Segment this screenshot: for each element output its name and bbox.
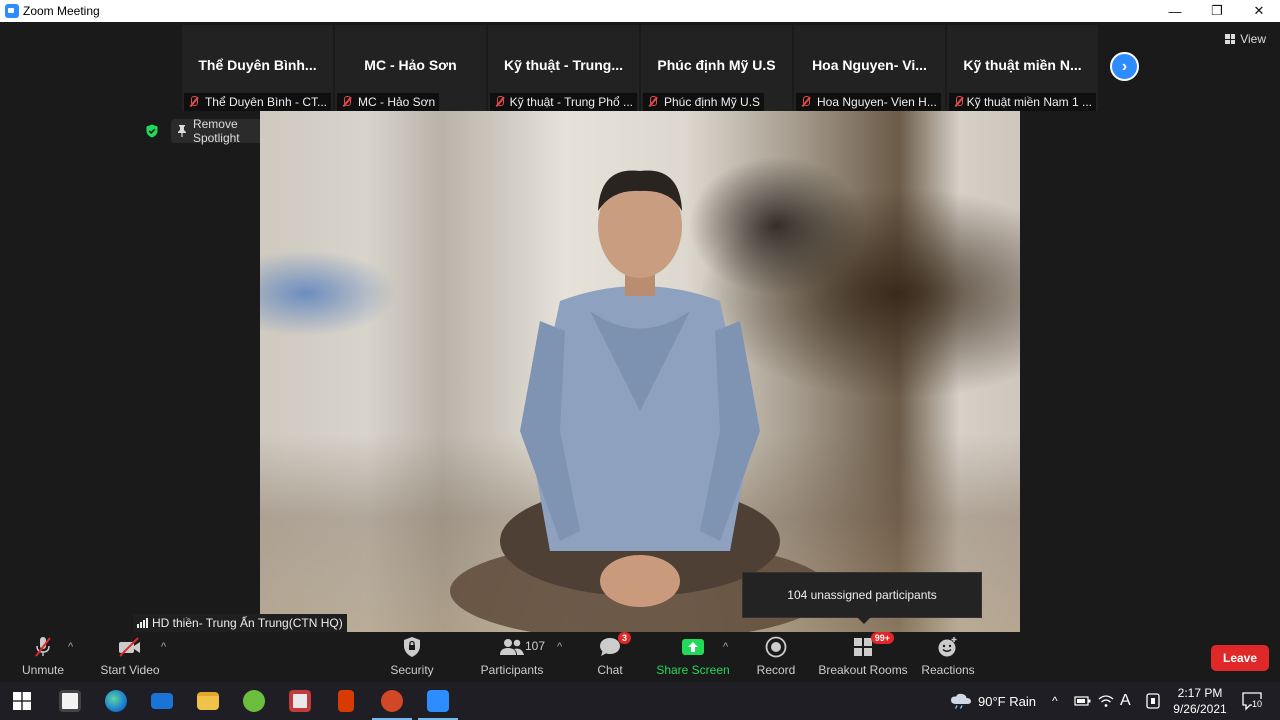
spotlight-video xyxy=(260,111,1020,632)
muted-mic-icon xyxy=(188,96,200,108)
participant-name-label: Phúc định Mỹ U.S xyxy=(643,93,765,111)
video-off-icon xyxy=(117,636,143,658)
show-hidden-icons-caret[interactable]: ^ xyxy=(1052,682,1058,720)
powerpoint-icon[interactable] xyxy=(372,687,412,720)
zoom-window: Zoom Meeting — ❐ ✕ View Thể Duyên Bình..… xyxy=(0,0,1280,720)
participants-icon: 107 xyxy=(499,636,545,658)
muted-mic-icon xyxy=(494,96,505,108)
chat-bubble-icon: 3 xyxy=(597,632,631,658)
audio-options-caret[interactable]: ^ xyxy=(68,641,73,653)
participant-tile[interactable]: Hoa Nguyen- Vi... Hoa Nguyen- Vien H... xyxy=(794,25,945,111)
app-icon[interactable] xyxy=(286,687,314,715)
participants-count: 107 xyxy=(525,639,546,653)
zoom-app-icon xyxy=(5,4,19,18)
window-title: Zoom Meeting xyxy=(23,4,100,18)
participant-tile[interactable]: Kỹ thuật - Trung... Kỹ thuật - Trung Phổ… xyxy=(488,25,639,111)
participant-display-name: Thể Duyên Bình... xyxy=(198,57,317,73)
window-controls: — ❐ ✕ xyxy=(1154,0,1280,22)
participant-tile[interactable]: MC - Hảo Sơn MC - Hảo Sơn xyxy=(335,25,486,111)
view-button[interactable]: View xyxy=(1225,32,1266,46)
participants-options-caret[interactable]: ^ xyxy=(557,641,562,653)
participant-display-name: Kỹ thuật - Trung... xyxy=(504,57,623,73)
chat-button[interactable]: 3 Chat xyxy=(592,632,631,682)
meet-now-icon[interactable] xyxy=(1146,682,1160,720)
file-explorer-icon[interactable] xyxy=(194,687,222,715)
speaker-video-figure xyxy=(450,170,830,632)
speaker-name-tag: HD thiền- Trung Ấn Trung(CTN HQ) xyxy=(133,614,347,632)
start-button[interactable] xyxy=(8,687,36,715)
pin-icon xyxy=(177,125,186,137)
participant-name-label: Kỹ thuật - Trung Phổ ... xyxy=(490,93,637,111)
office-icon[interactable] xyxy=(332,687,360,715)
participant-display-name: Phúc định Mỹ U.S xyxy=(657,57,776,73)
security-button[interactable]: Security xyxy=(388,632,436,682)
windows-taskbar: 90°F Rain ^ A 2:17 PM 9/26/2021 10 xyxy=(0,682,1280,720)
breakout-rooms-button[interactable]: 99+ Breakout Rooms xyxy=(818,632,908,682)
muted-mic-icon xyxy=(800,96,812,108)
muted-mic-icon xyxy=(341,96,353,108)
start-video-button[interactable]: Start Video xyxy=(100,632,160,682)
notification-count: 10 xyxy=(1252,699,1263,709)
title-bar: Zoom Meeting — ❐ ✕ xyxy=(0,0,1280,22)
record-icon xyxy=(763,636,789,658)
participant-tile[interactable]: Phúc định Mỹ U.S Phúc định Mỹ U.S xyxy=(641,25,792,111)
grid-view-icon xyxy=(1225,34,1236,44)
share-screen-button[interactable]: Share Screen xyxy=(656,632,730,682)
participant-name-label: MC - Hảo Sơn xyxy=(337,93,440,111)
input-language-indicator[interactable]: A xyxy=(1120,682,1131,720)
participant-display-name: Kỹ thuật miền N... xyxy=(963,57,1082,73)
windows-logo-icon xyxy=(13,692,31,710)
notification-center-icon[interactable]: 10 xyxy=(1242,682,1264,720)
battery-icon[interactable] xyxy=(1074,682,1092,720)
meeting-toolbar: Unmute ^ Start Video ^ Security 107 Part… xyxy=(0,632,1280,682)
chat-unread-badge: 3 xyxy=(617,632,631,644)
participant-strip: Thể Duyên Bình... Thể Duyên Bình - CT...… xyxy=(182,25,1098,111)
reactions-button[interactable]: Reactions xyxy=(921,632,975,682)
participant-display-name: Hoa Nguyen- Vi... xyxy=(812,57,927,73)
participant-name-label: Kỹ thuật miền Nam 1 ... xyxy=(949,93,1096,111)
weather-widget[interactable]: 90°F Rain xyxy=(950,682,1036,720)
unmute-button[interactable]: Unmute xyxy=(22,632,64,682)
breakout-rooms-badge: 99+ xyxy=(870,632,894,644)
participant-tile[interactable]: Kỹ thuật miền N... Kỹ thuật miền Nam 1 .… xyxy=(947,25,1098,111)
participant-display-name: MC - Hảo Sơn xyxy=(364,57,457,73)
zoom-taskbar-icon[interactable] xyxy=(418,687,458,720)
muted-microphone-icon xyxy=(30,636,56,658)
participant-name-label: Thể Duyên Bình - CT... xyxy=(184,93,331,111)
share-screen-icon xyxy=(680,636,706,658)
muted-mic-icon xyxy=(953,96,963,108)
minimize-button[interactable]: — xyxy=(1154,0,1196,22)
store-icon[interactable] xyxy=(56,687,84,715)
restore-button[interactable]: ❐ xyxy=(1196,0,1238,22)
security-shield-icon xyxy=(399,636,425,658)
breakout-rooms-icon: 99+ xyxy=(850,632,894,658)
participants-button[interactable]: 107 Participants xyxy=(481,632,545,682)
mail-icon[interactable] xyxy=(148,687,176,715)
reactions-smiley-icon xyxy=(935,636,961,658)
video-options-caret[interactable]: ^ xyxy=(161,641,166,653)
record-button[interactable]: Record xyxy=(756,632,796,682)
wifi-icon[interactable] xyxy=(1098,682,1114,720)
next-page-button[interactable]: › xyxy=(1110,52,1139,81)
participant-name-label: Hoa Nguyen- Vien H... xyxy=(796,93,941,111)
system-clock[interactable]: 2:17 PM 9/26/2021 xyxy=(1168,685,1232,717)
share-options-caret[interactable]: ^ xyxy=(723,641,728,653)
unassigned-participants-tooltip: 104 unassigned participants xyxy=(742,572,982,624)
edge-browser-icon[interactable] xyxy=(102,687,130,715)
close-button[interactable]: ✕ xyxy=(1238,0,1280,22)
encryption-shield-icon xyxy=(146,124,158,138)
rain-cloud-icon xyxy=(951,693,971,709)
leave-button[interactable]: Leave xyxy=(1211,645,1269,671)
view-button-label: View xyxy=(1240,32,1266,46)
signal-strength-icon xyxy=(137,618,148,628)
muted-mic-icon xyxy=(647,96,659,108)
meeting-area: View Thể Duyên Bình... Thể Duyên Bình - … xyxy=(0,22,1280,632)
participant-tile[interactable]: Thể Duyên Bình... Thể Duyên Bình - CT... xyxy=(182,25,333,111)
snip-tool-icon[interactable] xyxy=(240,687,268,715)
